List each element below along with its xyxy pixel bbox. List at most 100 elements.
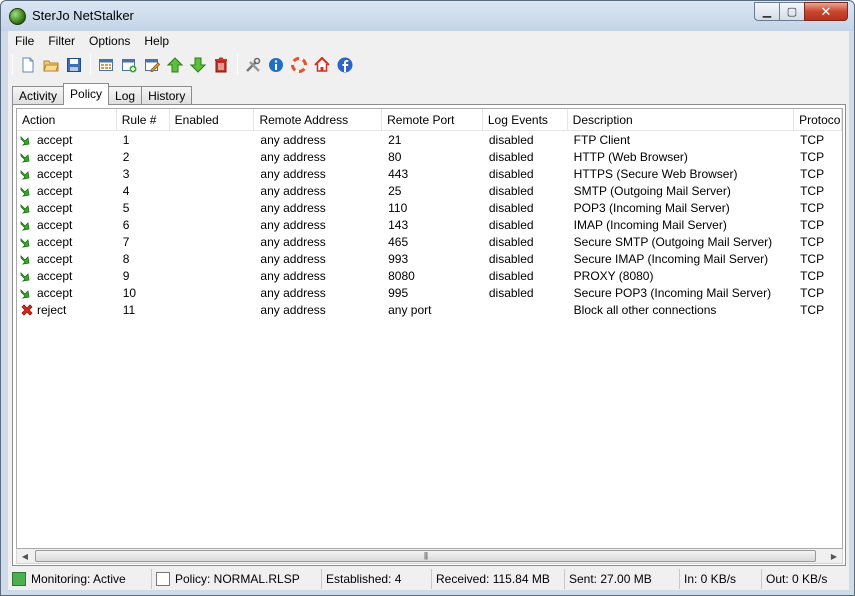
home-icon[interactable] <box>311 54 333 76</box>
menu-filter[interactable]: Filter <box>41 31 82 51</box>
scroll-track[interactable]: ||| <box>33 549 826 564</box>
cell-protocol: TCP <box>800 167 825 181</box>
table-row[interactable]: accept 8 any address 993 disabled Secure IMAP… <box>17 250 842 267</box>
action-label: accept <box>37 251 73 266</box>
table-row[interactable]: accept 6 any address 143 disabled IMAP (Incom… <box>17 216 842 233</box>
cell-remote-port: 110 <box>388 201 408 215</box>
column-header-remote-address[interactable]: Remote Address <box>254 109 383 131</box>
cell-protocol: TCP <box>800 218 825 232</box>
delete-icon[interactable] <box>210 54 232 76</box>
accept-arrow-icon <box>20 269 34 283</box>
table-row[interactable]: accept 7 any address 465 disabled Secure SMTP… <box>17 233 842 250</box>
cell-enabled <box>170 301 255 318</box>
column-header-action[interactable]: Action <box>17 109 117 131</box>
tab-log[interactable]: Log <box>108 86 143 105</box>
cell-enabled <box>170 284 255 301</box>
table-row[interactable]: accept 3 any address 443 disabled HTTPS (Secu… <box>17 165 842 182</box>
column-header-rule[interactable]: Rule # <box>117 109 170 131</box>
cell-remote-address: any address <box>260 184 326 198</box>
column-header-remote-port[interactable]: Remote Port <box>382 109 483 131</box>
cell-action: accept <box>17 216 117 233</box>
new-file-icon[interactable] <box>17 54 39 76</box>
action-label: accept <box>37 268 73 283</box>
table-row[interactable]: accept 10 any address 995 disabled Secure POP… <box>17 284 842 301</box>
window-title: SterJo NetStalker <box>32 8 134 23</box>
move-up-icon[interactable] <box>164 54 186 76</box>
move-down-icon[interactable] <box>187 54 209 76</box>
cell-description: Secure IMAP (Incoming Mail Server) <box>573 252 769 266</box>
scroll-left-arrow-icon[interactable]: ◀ <box>17 549 33 564</box>
status-policy-text: Policy: NORMAL.RLSP <box>175 571 300 586</box>
add-rule-icon[interactable] <box>118 54 140 76</box>
app-logo-icon <box>9 8 26 25</box>
policy-table[interactable]: Action Rule # Enabled Remote Address Rem… <box>16 108 843 549</box>
scroll-thumb[interactable]: ||| <box>35 549 816 562</box>
table-row[interactable]: accept 1 any address 21 disabled FTP Client TC… <box>17 131 842 148</box>
cell-remote-port: 995 <box>388 286 409 300</box>
cell-description: SMTP (Outgoing Mail Server) <box>573 184 731 198</box>
toolbar-separator <box>12 55 13 75</box>
help-lifebuoy-icon[interactable] <box>288 54 310 76</box>
cell-enabled <box>170 131 255 148</box>
status-bar: Monitoring: Active Policy: NORMAL.RLSP E… <box>8 567 849 590</box>
title-bar[interactable]: SterJo NetStalker ▁ ▢ ✕ <box>1 1 854 31</box>
action-label: accept <box>37 285 73 300</box>
column-header-enabled[interactable]: Enabled <box>170 109 255 131</box>
action-label: accept <box>37 234 73 249</box>
accept-arrow-icon <box>20 218 34 232</box>
save-icon[interactable] <box>63 54 85 76</box>
cell-remote-address: any address <box>260 201 326 215</box>
minimize-button[interactable]: ▁ <box>754 2 780 21</box>
cell-remote-address: any address <box>260 218 326 232</box>
cell-description: Secure POP3 (Incoming Mail Server) <box>573 286 772 300</box>
cell-log-events: disabled <box>488 269 534 283</box>
cell-remote-port: 21 <box>388 133 402 147</box>
menu-help[interactable]: Help <box>137 31 176 51</box>
cell-remote-address: any address <box>260 286 326 300</box>
status-received: Received: 115.84 MB <box>432 568 565 589</box>
column-header-description[interactable]: Description <box>568 109 795 131</box>
cell-remote-address: any address <box>260 150 326 164</box>
cell-action: accept <box>17 182 117 199</box>
cell-remote-port: any port <box>388 303 432 317</box>
tab-policy[interactable]: Policy <box>63 83 110 105</box>
facebook-icon[interactable] <box>334 54 356 76</box>
maximize-button[interactable]: ▢ <box>779 2 805 21</box>
tools-icon[interactable] <box>242 54 264 76</box>
table-row[interactable]: reject 11 any address any port Block all oth… <box>17 301 842 318</box>
tab-activity[interactable]: Activity <box>12 86 65 105</box>
column-header-log-events[interactable]: Log Events <box>483 109 568 131</box>
cell-action: accept <box>17 267 117 284</box>
accept-arrow-icon <box>20 286 34 300</box>
action-label: accept <box>37 183 73 198</box>
cell-description: HTTP (Web Browser) <box>573 150 688 164</box>
horizontal-scrollbar[interactable]: ◀ ||| ▶ <box>16 549 843 564</box>
cell-action: accept <box>17 199 117 216</box>
accept-arrow-icon <box>20 184 34 198</box>
cell-rule: 9 <box>122 269 130 283</box>
cell-protocol: TCP <box>800 303 825 317</box>
cell-protocol: TCP <box>800 235 825 249</box>
info-icon[interactable] <box>265 54 287 76</box>
column-header-protocol[interactable]: Protocol <box>794 109 842 131</box>
cell-rule: 4 <box>122 184 130 198</box>
menu-file[interactable]: File <box>8 31 41 51</box>
table-row[interactable]: accept 5 any address 110 disabled POP3 (Incom… <box>17 199 842 216</box>
table-row[interactable]: accept 4 any address 25 disabled SMTP (Outgoi… <box>17 182 842 199</box>
action-label: accept <box>37 217 73 232</box>
close-button[interactable]: ✕ <box>804 2 848 21</box>
rules-grid-icon[interactable] <box>95 54 117 76</box>
menu-options[interactable]: Options <box>82 31 137 51</box>
scroll-right-arrow-icon[interactable]: ▶ <box>826 549 842 564</box>
table-row[interactable]: accept 9 any address 8080 disabled PROXY (808… <box>17 267 842 284</box>
edit-rule-icon[interactable] <box>141 54 163 76</box>
tab-history[interactable]: History <box>141 86 193 105</box>
cell-log-events: disabled <box>488 167 534 181</box>
cell-enabled <box>170 199 255 216</box>
open-folder-icon[interactable] <box>40 54 62 76</box>
accept-arrow-icon <box>20 133 34 147</box>
table-row[interactable]: accept 2 any address 80 disabled HTTP (Web Br… <box>17 148 842 165</box>
cell-action: reject <box>17 301 117 318</box>
status-monitoring-text: Monitoring: Active <box>31 571 126 586</box>
policy-indicator-icon <box>156 571 170 586</box>
